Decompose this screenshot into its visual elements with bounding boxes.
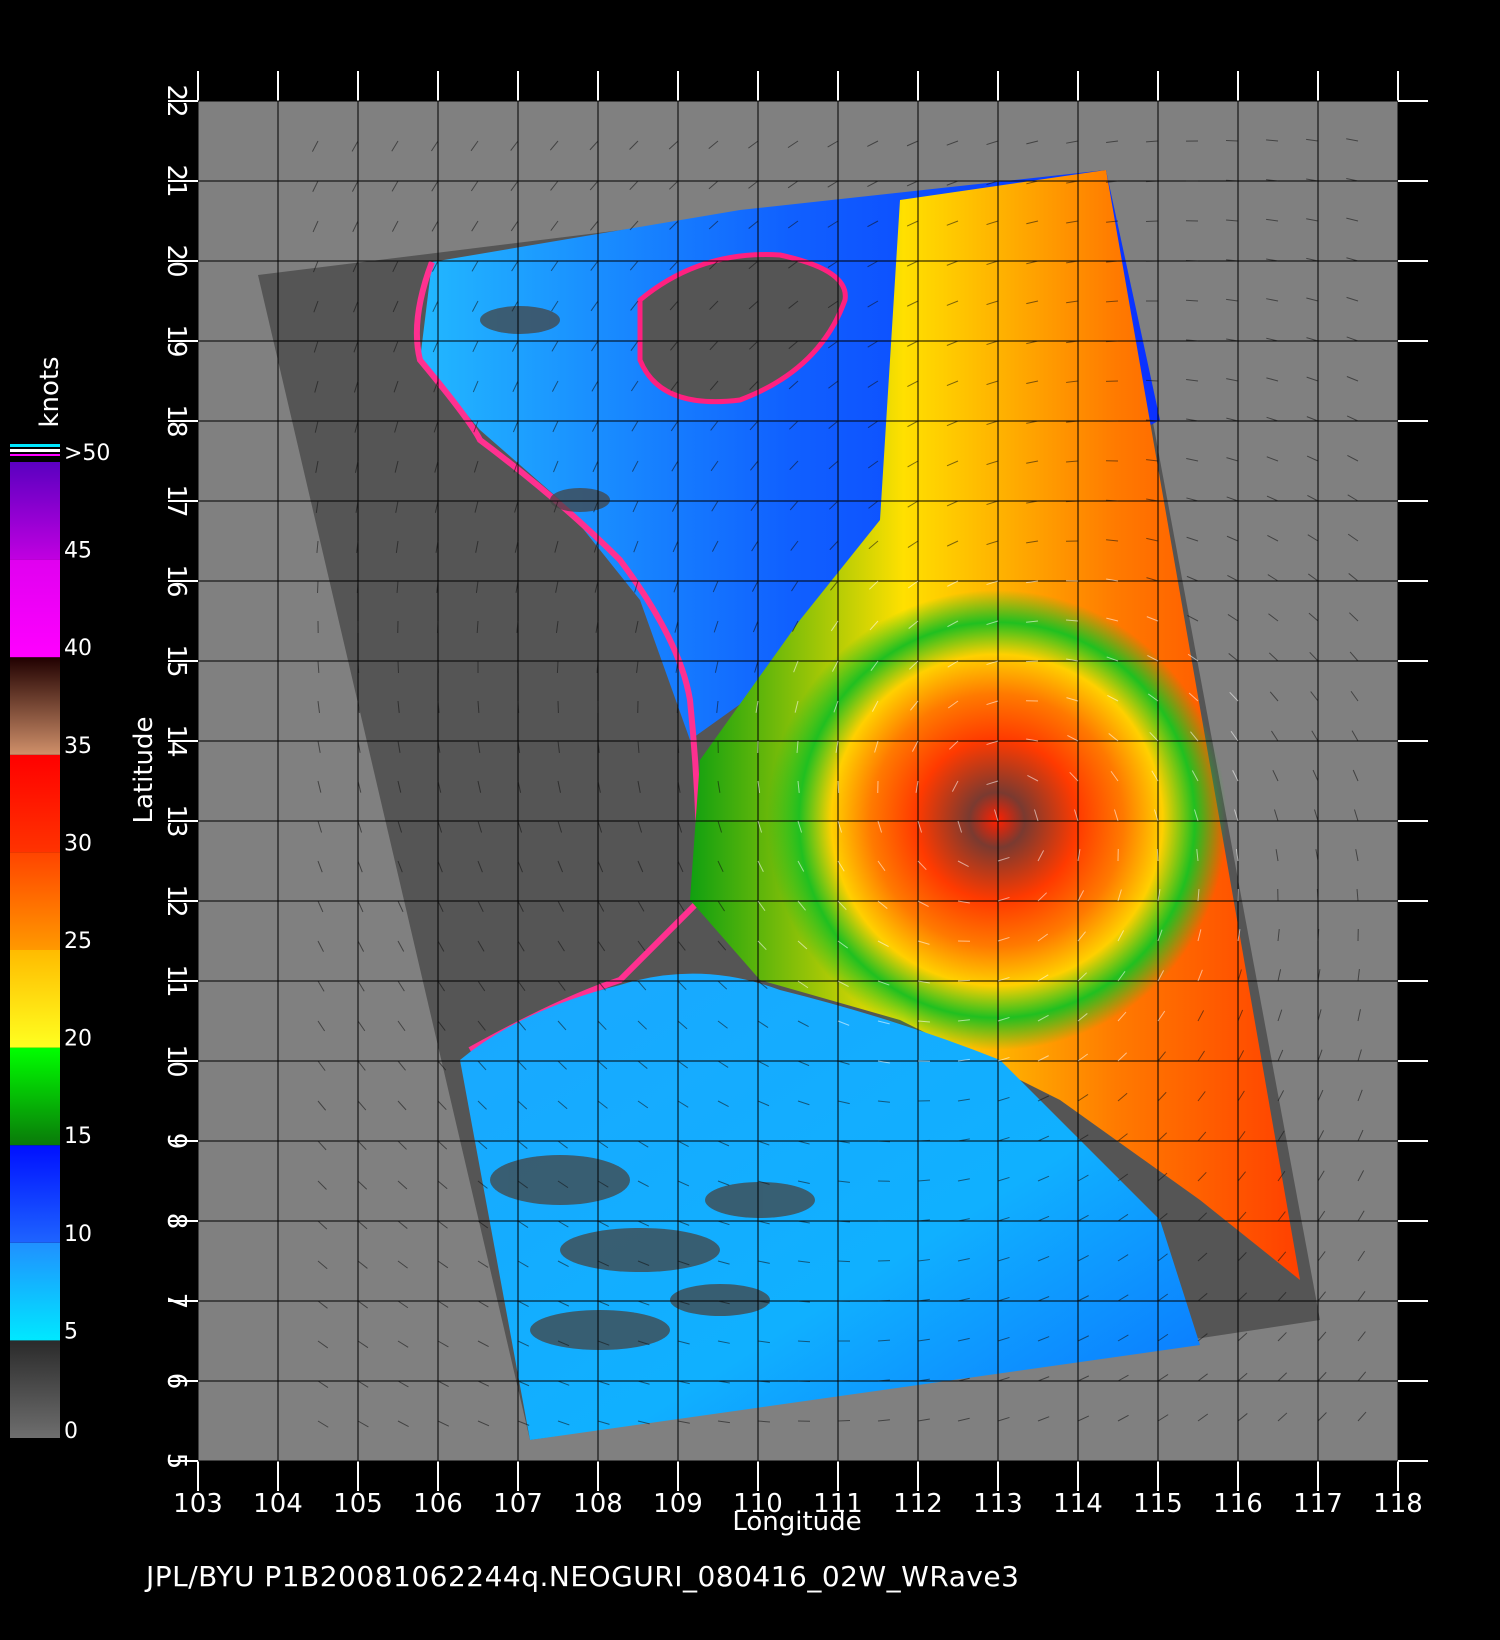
lat-tick-label: 15 <box>161 644 191 677</box>
lat-tick-label: 22 <box>161 84 191 117</box>
colorbar-band <box>10 950 60 1048</box>
lat-tick-label: 17 <box>161 484 191 517</box>
wind-barb <box>1156 848 1159 862</box>
colorbar-tick-label: 45 <box>64 539 92 564</box>
lon-tick-label: 105 <box>333 1489 383 1519</box>
wind-barb <box>517 700 520 714</box>
wind-barb <box>556 660 559 674</box>
wind-barb <box>1105 499 1119 502</box>
colorbar-band <box>10 1340 60 1438</box>
colorbar-tick-label: 35 <box>64 734 92 759</box>
colorbar-tick-label: 0 <box>64 1419 78 1444</box>
wind-barb <box>837 1260 851 1263</box>
colorbar-tick-label: 5 <box>64 1319 78 1344</box>
lat-tick-label: 14 <box>161 724 191 757</box>
wind-barb <box>797 1380 811 1383</box>
colorbar-tick-label: 40 <box>64 636 92 661</box>
colorbar-tick-label: 30 <box>64 831 92 856</box>
lat-tick-label: 10 <box>161 1044 191 1077</box>
lon-tick-label: 103 <box>173 1489 223 1519</box>
colorbar-band <box>10 1047 60 1146</box>
wind-barb <box>676 700 679 714</box>
wind-barb <box>1185 259 1199 262</box>
lon-tick-label: 114 <box>1053 1489 1103 1519</box>
wind-barb <box>1065 500 1079 503</box>
latitude-tick-labels: 5 6 7 8 9 10 11 12 13 14 15 16 17 18 19 20 21 22 <box>161 84 191 1469</box>
colorbar-band <box>10 657 60 755</box>
colorbar-cap-lines <box>10 444 60 456</box>
wind-barb <box>1105 340 1119 343</box>
colorbar-tick-label: >50 <box>64 441 110 466</box>
lat-tick-label: 7 <box>161 1293 191 1310</box>
lat-tick-label: 11 <box>161 964 191 997</box>
footer-caption: JPL/BYU P1B20081062244q.NEOGURI_080416_0… <box>146 1560 1020 1593</box>
colorbar-band <box>10 1145 60 1243</box>
lon-tick-label: 118 <box>1373 1489 1423 1519</box>
colorbar-band <box>10 754 60 853</box>
lon-tick-label: 104 <box>253 1489 303 1519</box>
lat-tick-label: 6 <box>161 1373 191 1390</box>
lon-tick-label: 116 <box>1213 1489 1263 1519</box>
lon-tick-label: 113 <box>973 1489 1023 1519</box>
lat-tick-label: 21 <box>161 164 191 197</box>
wind-barb <box>1317 928 1320 942</box>
wind-barb <box>1145 379 1159 382</box>
colorbar-tick-label: 15 <box>64 1124 92 1149</box>
lon-tick-label: 107 <box>493 1489 543 1519</box>
colorbar-band <box>10 1242 60 1341</box>
lat-tick-label: 19 <box>161 324 191 357</box>
colorbar-tick-label: 25 <box>64 929 92 954</box>
colorbar-band <box>10 462 60 560</box>
lat-tick-label: 20 <box>161 244 191 277</box>
lat-tick-label: 13 <box>161 804 191 837</box>
colorbar-band <box>10 559 60 658</box>
lat-tick-label: 16 <box>161 564 191 597</box>
wind-barb <box>1025 660 1039 663</box>
x-axis-label: Longitude <box>732 1507 861 1537</box>
lon-tick-label: 109 <box>653 1489 703 1519</box>
wind-barb <box>1316 888 1319 902</box>
colorbar-band <box>10 852 60 950</box>
lat-tick-label: 9 <box>161 1133 191 1150</box>
colorbar-tick-label: 10 <box>64 1222 92 1247</box>
lon-tick-label: 106 <box>413 1489 463 1519</box>
lon-tick-label: 112 <box>893 1489 943 1519</box>
lon-tick-label: 115 <box>1133 1489 1183 1519</box>
lat-tick-label: 5 <box>161 1453 191 1470</box>
wind-barb <box>1145 180 1159 183</box>
wind-map-figure: 103 104 105 106 107 108 109 110 111 112 113 114 115 1… <box>10 71 1428 1537</box>
lat-tick-label: 18 <box>161 404 191 437</box>
wind-barb <box>1225 179 1239 182</box>
y-axis-label: Latitude <box>129 716 159 823</box>
wind-barb <box>877 1299 891 1302</box>
wind-barb <box>356 580 359 594</box>
wind-barb <box>436 620 439 634</box>
wind-barb <box>357 660 360 674</box>
wind-barb <box>837 780 840 794</box>
wind-barb <box>677 740 680 754</box>
lon-tick-label: 108 <box>573 1489 623 1519</box>
wind-barb <box>917 1139 931 1142</box>
lat-tick-label: 12 <box>161 884 191 917</box>
colorbar-tick-label: 20 <box>64 1027 92 1052</box>
wind-speed-colorbar: 0 5 10 15 20 25 30 35 40 45 >50 <box>10 441 110 1444</box>
wind-barb <box>877 1140 891 1143</box>
lon-tick-label: 117 <box>1293 1489 1343 1519</box>
colorbar-unit-label: knots <box>35 356 65 427</box>
lat-tick-label: 8 <box>161 1213 191 1230</box>
wind-barb <box>957 979 971 982</box>
